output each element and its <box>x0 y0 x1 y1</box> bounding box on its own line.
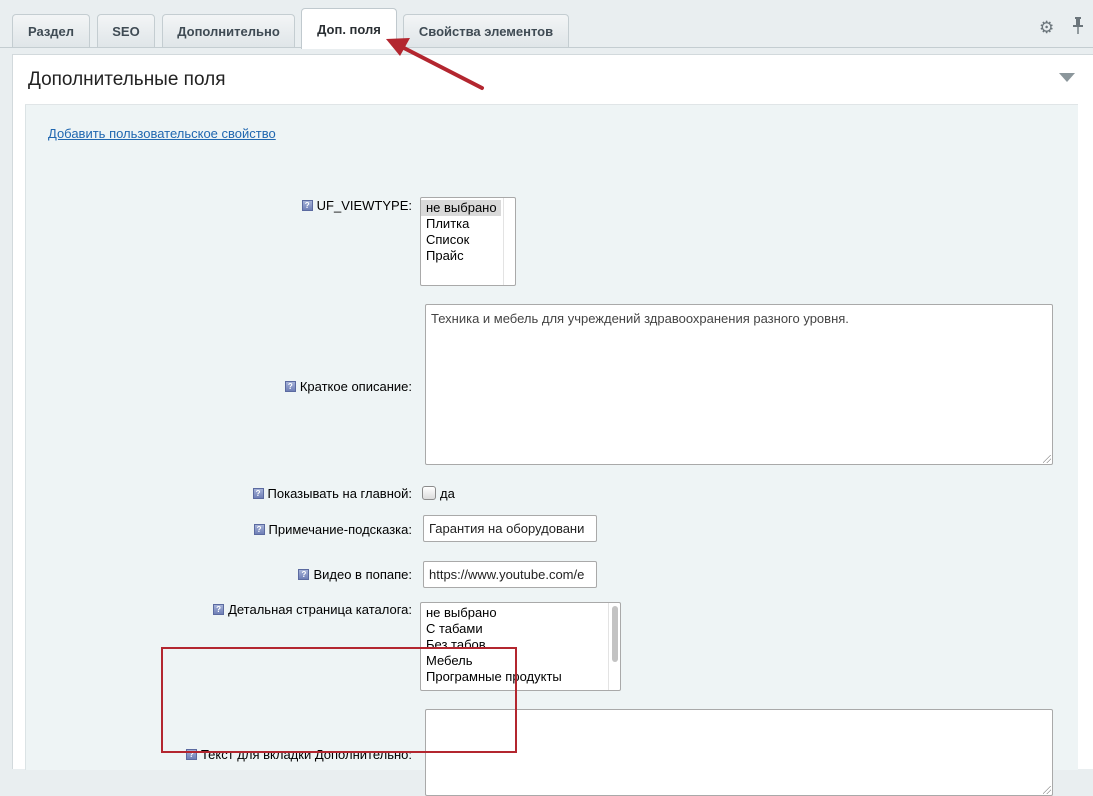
annotation-arrow-icon <box>386 38 484 90</box>
resize-handle[interactable] <box>1043 786 1051 794</box>
